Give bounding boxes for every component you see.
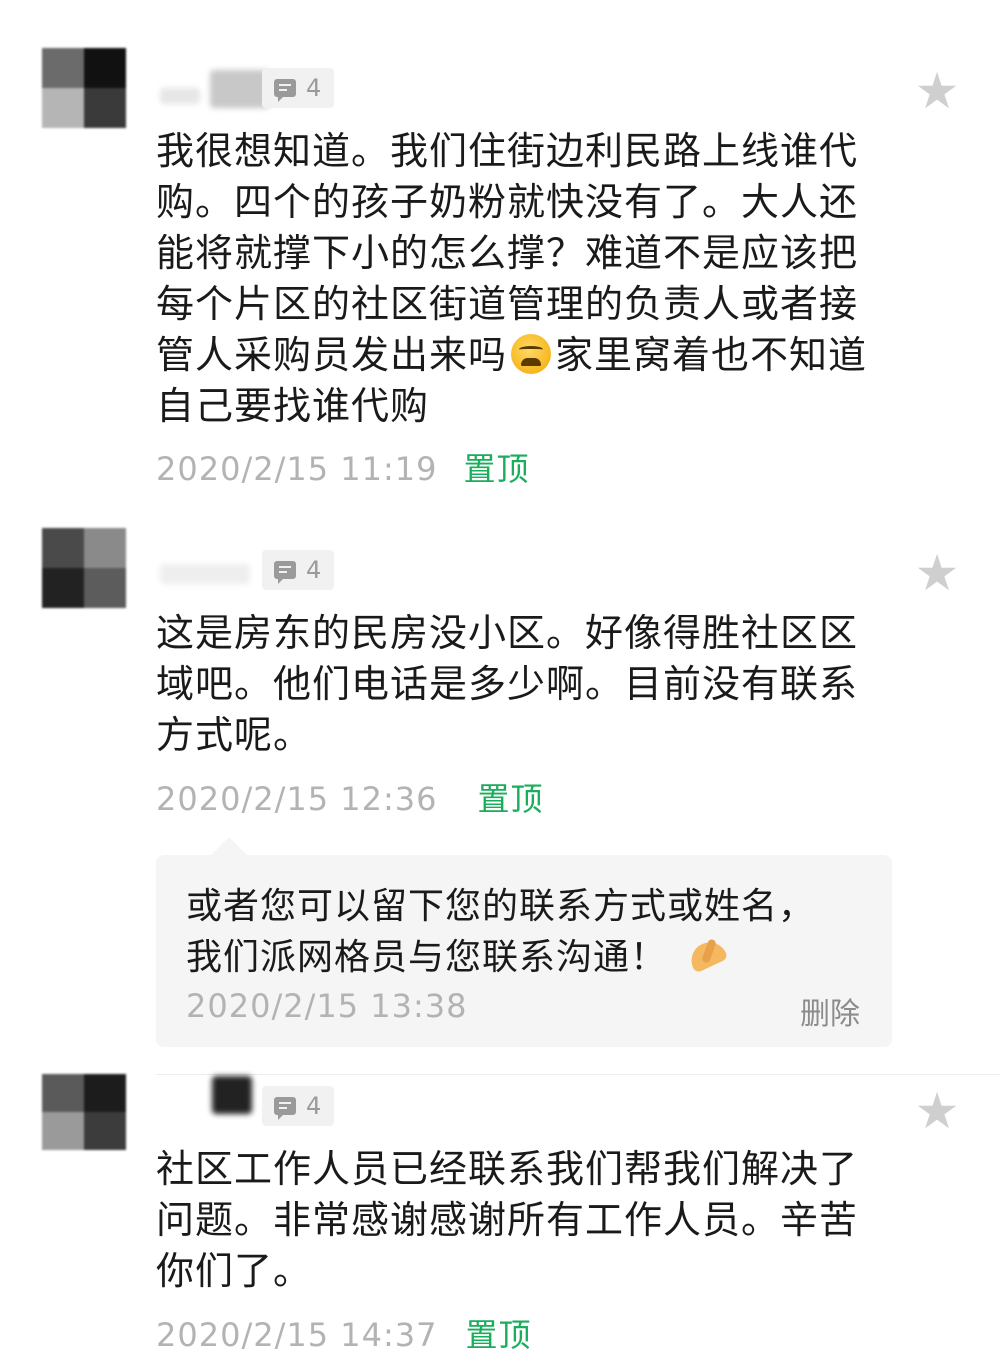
- reply-text-line: 或者您可以留下您的联系方式或姓名，: [186, 886, 816, 927]
- reply-text: 或者您可以留下您的联系方式或姓名， 我们派网格员与您联系沟通！: [186, 881, 866, 983]
- avatar[interactable]: [42, 528, 126, 608]
- like-count: 4: [306, 1092, 322, 1120]
- comment-text-segment: 家里窝着也不知道: [555, 333, 868, 377]
- comment-text-line: 每个片区的社区街道管理的负责人或者接: [156, 282, 859, 326]
- crying-laughing-emoji-icon: [511, 334, 552, 374]
- comment-text-line: 你们了。: [156, 1249, 313, 1293]
- star-icon[interactable]: ★: [913, 1086, 961, 1136]
- comment-text-line: 问题。非常感谢感谢所有工作人员。辛苦: [156, 1198, 859, 1242]
- comment-text-line: 社区工作人员已经联系我们帮我们解决了: [156, 1147, 859, 1191]
- star-icon[interactable]: ★: [913, 66, 961, 116]
- author-name[interactable]: [160, 1076, 270, 1116]
- timestamp: 2020/2/15 14:37: [156, 1316, 438, 1354]
- timestamp: 2020/2/15 12:36: [156, 780, 438, 818]
- comment-text: 社区工作人员已经联系我们帮我们解决了 问题。非常感谢感谢所有工作人员。辛苦 你们…: [156, 1144, 876, 1297]
- comment-text-line: 方式呢。: [156, 713, 313, 757]
- comment-bubble-icon: [274, 79, 296, 102]
- comment-bubble-icon: [274, 561, 296, 584]
- comment-text-line: 我很想知道。我们住街边利民路上线谁代: [156, 129, 859, 173]
- author-name[interactable]: [160, 70, 270, 110]
- author-name[interactable]: [160, 552, 270, 592]
- like-count-badge[interactable]: 4: [262, 1086, 334, 1126]
- comment-bubble-icon: [274, 1097, 296, 1120]
- comment-text-line: 这是房东的民房没小区。好像得胜社区区: [156, 611, 859, 655]
- star-icon[interactable]: ★: [913, 548, 961, 598]
- comment-meta: 2020/2/15 11:19 置顶: [156, 444, 529, 490]
- delete-button[interactable]: 删除: [800, 989, 860, 1033]
- admin-reply: 或者您可以留下您的联系方式或姓名， 我们派网格员与您联系沟通！ 2020/2/1…: [156, 837, 892, 1047]
- reply-timestamp: 2020/2/15 13:38: [186, 987, 468, 1025]
- hand-icon: [687, 939, 727, 973]
- comment-text-line: 域吧。他们电话是多少啊。目前没有联系: [156, 662, 859, 706]
- comment-text-line: 自己要找谁代购: [156, 384, 430, 428]
- comment-text-line: 管人采购员发出来吗 家里窝着也不知道: [156, 330, 876, 381]
- comment-meta: 2020/2/15 14:37 置顶: [156, 1310, 531, 1356]
- pin-button[interactable]: 置顶: [463, 450, 529, 488]
- avatar[interactable]: [42, 1074, 126, 1150]
- pin-button[interactable]: 置顶: [477, 780, 543, 818]
- comment-text-line: 能将就撑下小的怎么撑？难道不是应该把: [156, 231, 859, 275]
- comment-meta: 2020/2/15 12:36 置顶: [156, 774, 543, 820]
- pin-button[interactable]: 置顶: [465, 1316, 531, 1354]
- reply-text-line: 我们派网格员与您联系沟通！: [186, 932, 866, 983]
- comment-text: 我很想知道。我们住街边利民路上线谁代 购。四个的孩子奶粉就快没有了。大人还 能将…: [156, 126, 876, 432]
- comment-text-segment: 管人采购员发出来吗: [156, 333, 508, 377]
- like-count: 4: [306, 74, 322, 102]
- avatar[interactable]: [42, 48, 126, 128]
- comment-text-line: 购。四个的孩子奶粉就快没有了。大人还: [156, 180, 859, 224]
- like-count: 4: [306, 556, 322, 584]
- reply-text-segment: 我们派网格员与您联系沟通！: [186, 937, 668, 978]
- comment-text: 这是房东的民房没小区。好像得胜社区区 域吧。他们电话是多少啊。目前没有联系 方式…: [156, 608, 876, 761]
- timestamp: 2020/2/15 11:19: [156, 450, 438, 488]
- divider: [156, 1074, 1000, 1075]
- like-count-badge[interactable]: 4: [262, 68, 334, 108]
- like-count-badge[interactable]: 4: [262, 550, 334, 590]
